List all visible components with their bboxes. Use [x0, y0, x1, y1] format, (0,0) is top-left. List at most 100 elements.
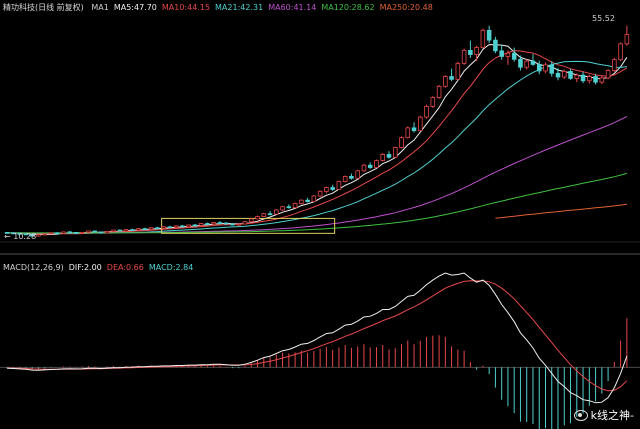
candle-body [205, 223, 210, 225]
candle-body [480, 29, 486, 49]
price-header: 精功科技(日线 前复权) MA1 MA5:47.70 MA10:44.15 MA21:… [3, 3, 438, 13]
candle-body [518, 58, 523, 68]
candle-body [130, 229, 135, 232]
chart-canvas[interactable] [0, 0, 640, 429]
candle-body [361, 164, 367, 172]
ma-legend-item: MA120:28.62 [321, 3, 375, 12]
candle-body [392, 147, 398, 158]
candle-body [73, 231, 79, 234]
candle-body [374, 160, 379, 168]
macd-legend-item: MACD:2.84 [148, 263, 194, 272]
candle-body [48, 232, 54, 235]
weibo-eye-icon [573, 409, 588, 421]
candle-body [468, 50, 473, 56]
candle-body [105, 231, 110, 234]
candle-body [236, 223, 242, 226]
candle-body [242, 221, 248, 225]
candle-body [349, 175, 354, 179]
candle-body [405, 127, 411, 139]
ma-legend-item: MA10:44.15 [161, 3, 211, 12]
candle-body [42, 233, 47, 236]
candle-body [443, 76, 448, 87]
candle-body [486, 29, 492, 41]
candle-body [148, 227, 154, 230]
watermark: k线之神- [573, 407, 634, 423]
candle-body [355, 170, 360, 179]
candle-body [618, 43, 623, 61]
candle-body [336, 181, 342, 190]
low-price-value: 10.28 [13, 232, 37, 241]
candle-body [223, 222, 229, 225]
candle-body [449, 76, 454, 80]
candle-body [280, 206, 285, 211]
candle-body [317, 190, 323, 197]
candle-body [612, 59, 617, 71]
candle-body [436, 85, 442, 98]
candle-body [424, 106, 429, 118]
ma-legend-item: MA5:47.70 [113, 3, 157, 12]
candle-body [561, 71, 567, 78]
stock-chart[interactable] [0, 0, 640, 429]
candle-body [117, 229, 123, 232]
candle-body [399, 137, 404, 148]
candle-body [217, 222, 223, 225]
candle-body [411, 127, 417, 132]
candle-body [580, 74, 586, 82]
macd-header: MACD(12,26,9) DIF:2.00 DEA:0.66 MACD:2.84 [3, 263, 198, 273]
candle-body [505, 52, 511, 57]
dea-line [7, 280, 628, 392]
candle-body [593, 76, 598, 83]
candle-body [461, 50, 467, 64]
candle-body [324, 187, 329, 192]
candle-body [543, 64, 548, 72]
candle-body [155, 227, 160, 230]
candle-body [286, 206, 292, 209]
candle-body [367, 164, 373, 168]
candle-body [173, 225, 179, 228]
candle-body [536, 64, 542, 72]
candle-body [511, 52, 517, 60]
ma21-line [7, 60, 627, 234]
ma10-line [7, 50, 628, 235]
macd-legend-item: DEA:0.66 [106, 263, 144, 272]
candle-body [274, 209, 279, 215]
candle-body [499, 50, 504, 57]
candle-body [192, 224, 198, 227]
stock-title: 精功科技(日线 前复权) [3, 3, 84, 12]
candle-body [305, 199, 310, 202]
candle-body [455, 63, 461, 80]
candle-body [67, 231, 73, 234]
candle-body [211, 222, 216, 225]
candle-body [111, 229, 116, 232]
candle-body [36, 234, 41, 237]
candle-body [549, 64, 555, 74]
low-price-label: ← 10.28 [4, 232, 37, 241]
candle-body [474, 47, 479, 55]
candle-body [299, 199, 304, 204]
ma250-line [495, 203, 627, 219]
candle-body [86, 230, 91, 233]
macd-legend-item: DIF:2.00 [68, 263, 102, 272]
candle-body [136, 228, 141, 231]
candle-body [230, 223, 235, 226]
candle-body [493, 39, 498, 52]
candle-body [292, 203, 298, 209]
candle-body [599, 77, 605, 83]
watermark-text: k线之神- [590, 409, 634, 422]
candle-body [248, 218, 254, 223]
candle-body [524, 60, 529, 68]
ma-legend-item: MA250:20.48 [379, 3, 433, 12]
candle-body [330, 187, 335, 190]
candle-body [555, 72, 561, 78]
macd-legend-item: MACD(12,26,9) [3, 263, 64, 272]
candle-body [267, 213, 273, 216]
high-price-label: 55.52 [592, 14, 615, 23]
candle-body [386, 154, 392, 158]
candle-body [574, 74, 580, 79]
candle-body [54, 232, 60, 235]
candle-body [342, 175, 348, 182]
candle-body [255, 216, 260, 220]
candle-body [167, 226, 173, 229]
candle-body [161, 226, 166, 229]
candle-body [261, 213, 267, 217]
